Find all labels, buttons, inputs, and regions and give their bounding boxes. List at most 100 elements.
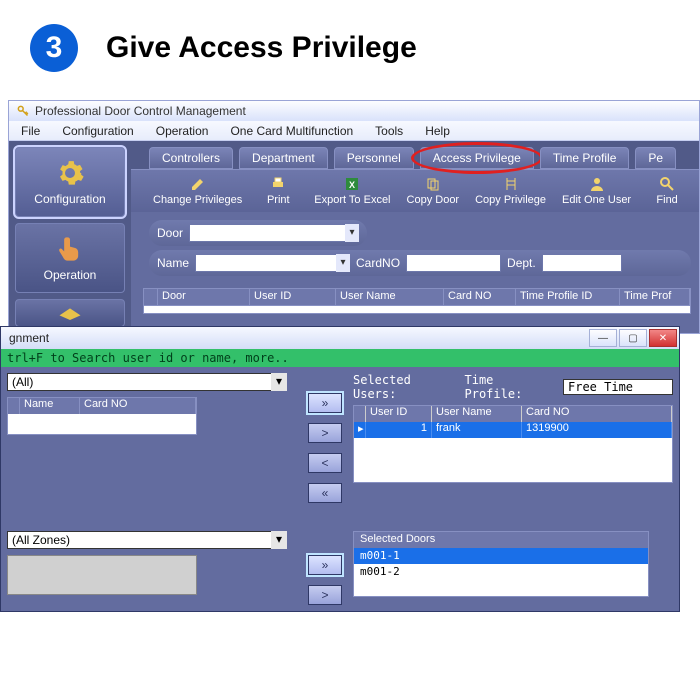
- selected-user-row[interactable]: ▸ 1 frank 1319900: [354, 422, 672, 438]
- dept-input[interactable]: [542, 254, 622, 272]
- col-cardno[interactable]: Card NO: [444, 289, 516, 305]
- col-username[interactable]: User Name: [336, 289, 444, 305]
- door-row-1[interactable]: m001-1: [354, 548, 648, 564]
- selected-doors-header: Selected Doors: [354, 532, 648, 548]
- menu-help[interactable]: Help: [425, 124, 450, 138]
- tool-edit-one-user[interactable]: Edit One User: [558, 174, 635, 208]
- copy-icon: [425, 176, 441, 192]
- chevron-down-icon: ▾: [271, 531, 287, 549]
- step-number-badge: 3: [30, 24, 78, 72]
- tool-print[interactable]: Print: [254, 174, 302, 208]
- chevron-down-icon: ▾: [345, 224, 359, 242]
- svg-text:X: X: [349, 180, 355, 190]
- cell-cardno: 1319900: [522, 422, 672, 438]
- selected-doors-list[interactable]: Selected Doors m001-1 m001-2: [353, 531, 649, 597]
- tool-label: Find: [656, 194, 677, 206]
- maximize-button[interactable]: ▢: [619, 329, 647, 347]
- tool-label: Edit One User: [562, 194, 631, 206]
- col-userid: User ID: [366, 406, 432, 422]
- menu-tools[interactable]: Tools: [375, 124, 403, 138]
- tab-access-privilege[interactable]: Access Privilege: [420, 147, 534, 169]
- tabstrip: Controllers Department Personnel Access …: [131, 141, 699, 169]
- col-cardno: Card NO: [80, 398, 196, 414]
- chevron-down-icon: ▾: [336, 254, 350, 272]
- door-move-all-right-button[interactable]: »: [308, 555, 342, 575]
- available-users-grid[interactable]: Name Card NO: [7, 397, 197, 435]
- tool-label: Print: [267, 194, 290, 206]
- user-filter-value: (All): [12, 375, 33, 389]
- time-profile-value[interactable]: Free Time: [563, 379, 673, 395]
- sidenav-extra[interactable]: [15, 299, 125, 327]
- chevron-down-icon: ▾: [271, 373, 287, 391]
- move-all-left-button[interactable]: «: [308, 483, 342, 503]
- menu-file[interactable]: File: [21, 124, 40, 138]
- available-doors-list[interactable]: [7, 555, 197, 595]
- tab-department[interactable]: Department: [239, 147, 328, 169]
- dialog-title-text: gnment: [9, 331, 49, 345]
- step-title: Give Access Privilege: [106, 31, 417, 65]
- cell-userid: 1: [366, 422, 432, 438]
- excel-icon: X: [344, 176, 360, 192]
- zone-value: (All Zones): [12, 533, 70, 547]
- menu-configuration[interactable]: Configuration: [62, 124, 133, 138]
- sidenav-configuration-label: Configuration: [34, 192, 105, 206]
- col-door[interactable]: Door: [158, 289, 250, 305]
- door-label: Door: [157, 226, 183, 240]
- cell-username: frank: [432, 422, 522, 438]
- door-dropdown[interactable]: ▾: [189, 224, 359, 242]
- search-icon: [659, 176, 675, 192]
- tool-label: Copy Door: [407, 194, 460, 206]
- filter-row-namecard: Name ▾ CardNO Dept.: [149, 250, 691, 276]
- dept-label: Dept.: [507, 256, 536, 270]
- tool-copy-privilege[interactable]: Copy Privilege: [471, 174, 550, 208]
- tool-change-privileges[interactable]: Change Privileges: [149, 174, 246, 208]
- grid-body-empty: [143, 306, 691, 314]
- col-userid[interactable]: User ID: [250, 289, 336, 305]
- minimize-button[interactable]: —: [589, 329, 617, 347]
- zone-select[interactable]: (All Zones) ▾: [7, 531, 287, 549]
- titlebar: Professional Door Control Management: [9, 101, 699, 121]
- menubar: File Configuration Operation One Card Mu…: [9, 121, 699, 141]
- close-button[interactable]: ✕: [649, 329, 677, 347]
- tool-copy-door[interactable]: Copy Door: [403, 174, 464, 208]
- main-app-window: Professional Door Control Management Fil…: [8, 100, 700, 334]
- cardno-input[interactable]: [406, 254, 501, 272]
- sidenav-operation[interactable]: Operation: [15, 223, 125, 293]
- col-tpid[interactable]: Time Profile ID: [516, 289, 620, 305]
- door-row-2[interactable]: m001-2: [354, 564, 648, 580]
- col-username: User Name: [432, 406, 522, 422]
- sidenav-operation-label: Operation: [44, 268, 97, 282]
- door-move-right-button[interactable]: >: [308, 585, 342, 605]
- cardno-label: CardNO: [356, 256, 400, 270]
- tab-personnel[interactable]: Personnel: [334, 147, 414, 169]
- tool-label: Copy Privilege: [475, 194, 546, 206]
- door-shuttle: » >: [305, 531, 345, 605]
- sidenav: Configuration Operation: [9, 141, 131, 333]
- assignment-dialog: gnment — ▢ ✕ trl+F to Search user id or …: [0, 326, 680, 612]
- gear-icon: [55, 158, 85, 188]
- privilege-grid: Door User ID User Name Card NO Time Prof…: [143, 288, 691, 314]
- tool-export-excel[interactable]: X Export To Excel: [310, 174, 394, 208]
- col-tp[interactable]: Time Prof: [620, 289, 690, 305]
- main-panel: Controllers Department Personnel Access …: [131, 141, 699, 333]
- tab-time-profile[interactable]: Time Profile: [540, 147, 630, 169]
- tool-label: Export To Excel: [314, 194, 390, 206]
- menu-operation[interactable]: Operation: [156, 124, 209, 138]
- tab-controllers[interactable]: Controllers: [149, 147, 233, 169]
- sidenav-configuration[interactable]: Configuration: [15, 147, 125, 217]
- user-filter-select[interactable]: (All) ▾: [7, 373, 287, 391]
- selected-users-grid[interactable]: User ID User Name Card NO ▸ 1 frank 1319…: [353, 405, 673, 483]
- printer-icon: [270, 176, 286, 192]
- tool-label: Change Privileges: [153, 194, 242, 206]
- tab-pe-truncated[interactable]: Pe: [635, 147, 676, 169]
- tool-find[interactable]: Find: [643, 174, 691, 208]
- key-icon: [17, 105, 29, 117]
- menu-onecard[interactable]: One Card Multifunction: [230, 124, 353, 138]
- col-cardno: Card NO: [522, 406, 672, 422]
- time-profile-label: Time Profile:: [465, 373, 550, 401]
- move-left-button[interactable]: <: [308, 453, 342, 473]
- move-right-button[interactable]: >: [308, 423, 342, 443]
- move-all-right-button[interactable]: »: [308, 393, 342, 413]
- name-dropdown[interactable]: ▾: [195, 254, 350, 272]
- pencil-icon: [190, 176, 206, 192]
